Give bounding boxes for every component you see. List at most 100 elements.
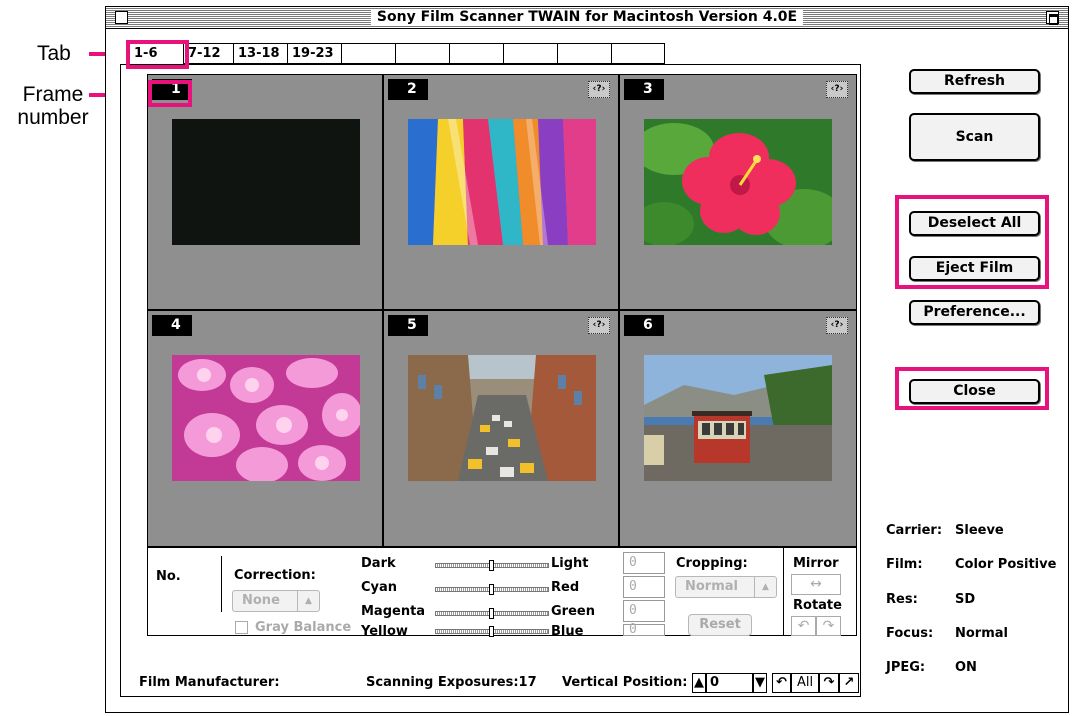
rotate-right-icon: ↗ [843,675,855,690]
carrier-label: Carrier: [886,523,943,538]
frame-thumbnail[interactable] [644,119,832,245]
rotate-label: Rotate [793,598,842,613]
gray-balance-checkbox[interactable] [235,621,248,634]
mirror-button[interactable]: ↔ [791,574,841,595]
carrier-value: Sleeve [955,523,1004,538]
rotate-right-button[interactable]: ↷ [816,616,841,636]
up-arrow-icon: ▲ [694,675,704,690]
frame-number-badge: 4 [152,315,192,336]
frame-thumbnail[interactable] [408,355,596,481]
frame-number-annotation-label: Frame number [17,83,89,129]
jpeg-label: JPEG: [886,660,926,675]
frame-thumbnail[interactable] [408,119,596,245]
rotate-left-icon: ↶ [776,675,787,690]
tab-empty[interactable] [557,43,611,64]
up-down-arrows-icon: ▲ [754,577,776,597]
help-icon[interactable]: ‹?› [826,317,848,334]
cyan-red-value[interactable]: 0 [623,576,665,598]
dark-empty-frame [172,119,360,245]
frame-thumbnail[interactable] [644,355,832,481]
correction-select-value: None [242,593,280,608]
blue-label: Blue [551,624,584,639]
vertical-down-button[interactable]: ▼ [753,673,767,693]
frame-cell-1[interactable]: 1 [148,75,384,311]
red-label: Red [551,580,580,595]
dark-light-value[interactable]: 0 [623,552,665,574]
tab-annotation-label: Tab [37,42,71,65]
frame-thumbnail[interactable] [172,355,360,481]
light-label: Light [551,556,589,571]
help-icon[interactable]: ‹?› [826,81,848,98]
film-manufacturer-label: Film Manufacturer: [139,675,280,690]
deselect-eject-highlight-box [895,195,1049,289]
tab-13-18[interactable]: 13-18 [233,43,287,64]
thumbnail-grid: 1 2 ‹?› 3 ‹?› 4 5 ‹?› 6 ‹?› [147,74,857,547]
yellow-blue-slider[interactable] [435,626,549,637]
vertical-up-button[interactable]: ▲ [692,673,706,693]
focus-value: Normal [955,626,1008,641]
help-icon[interactable]: ‹?› [588,81,610,98]
dark-label: Dark [361,556,396,571]
close-box-icon[interactable] [115,11,128,24]
res-label: Res: [886,592,918,607]
jpeg-value: ON [955,660,977,675]
magenta-green-value[interactable]: 0 [623,600,665,622]
frame-cell-2[interactable]: 2 ‹?› [384,75,620,311]
frame-cell-6[interactable]: 6 ‹?› [620,311,856,546]
frame-cell-4[interactable]: 4 [148,311,384,546]
rotate-all-right-alt-button[interactable]: ↗ [839,673,859,693]
zoom-box-icon[interactable] [1046,11,1059,25]
cropping-select[interactable]: Normal ▲ [675,576,777,598]
adjustment-controls: No. Correction: None ▲ Gray Balance Dark… [147,547,857,639]
down-arrow-icon: ▼ [755,675,765,690]
title-bar[interactable]: Sony Film Scanner TWAIN for Macintosh Ve… [106,7,1068,29]
frame-number-badge: 5 [388,315,428,336]
city-street-photo [408,355,596,481]
tab-empty[interactable] [341,43,395,64]
preference-button[interactable]: Preference... [909,300,1040,325]
correction-select[interactable]: None ▲ [232,590,320,612]
green-label: Green [551,604,595,619]
yellow-blue-value[interactable]: 0 [623,623,665,636]
magenta-label: Magenta [361,604,426,619]
frame-cell-3[interactable]: 3 ‹?› [620,75,856,311]
tab-highlight-box [126,40,189,69]
help-icon[interactable]: ‹?› [588,317,610,334]
rotate-all-right-button[interactable]: ↷ [819,673,839,693]
cyan-red-slider[interactable] [435,584,549,595]
vertical-position-field[interactable]: 0 [706,673,753,693]
up-down-arrows-icon: ▲ [297,591,319,611]
tab-empty[interactable] [611,43,665,64]
tab-7-12[interactable]: 7-12 [183,43,233,64]
magenta-green-slider[interactable] [435,608,549,619]
scanning-exposures: Scanning Exposures:17 [366,675,537,690]
all-label-box[interactable]: All [791,673,819,693]
status-line: Film Manufacturer: Scanning Exposures:17… [121,660,862,693]
mirror-arrows-icon: ↔ [810,576,822,592]
cyan-label: Cyan [361,580,398,595]
yellow-label: Yellow [361,624,408,639]
rotate-left-button[interactable]: ↶ [791,616,816,636]
reset-button[interactable]: Reset [688,614,752,636]
frame-number-badge: 6 [624,315,664,336]
rotate-all-left-button[interactable]: ↶ [772,673,791,693]
tab-empty[interactable] [503,43,557,64]
tab-empty[interactable] [395,43,449,64]
colorful-fabric-photo [408,119,596,245]
cable-car-photo [644,355,832,481]
tab-empty[interactable] [449,43,503,64]
frame-thumbnail[interactable] [172,119,360,245]
tab-19-23[interactable]: 19-23 [287,43,341,64]
frame-number-highlight-box [148,80,192,107]
red-hibiscus-photo [644,119,832,245]
divider [221,556,222,612]
correction-label: Correction: [234,568,316,583]
refresh-button[interactable]: Refresh [909,69,1040,94]
dark-light-slider[interactable] [435,560,549,571]
scan-button[interactable]: Scan [909,113,1040,161]
scanner-window: Sony Film Scanner TWAIN for Macintosh Ve… [105,6,1069,713]
frame-cell-5[interactable]: 5 ‹?› [384,311,620,546]
frame-number-badge: 2 [388,79,428,100]
cropping-select-value: Normal [685,579,738,594]
window-title: Sony Film Scanner TWAIN for Macintosh Ve… [370,9,804,26]
